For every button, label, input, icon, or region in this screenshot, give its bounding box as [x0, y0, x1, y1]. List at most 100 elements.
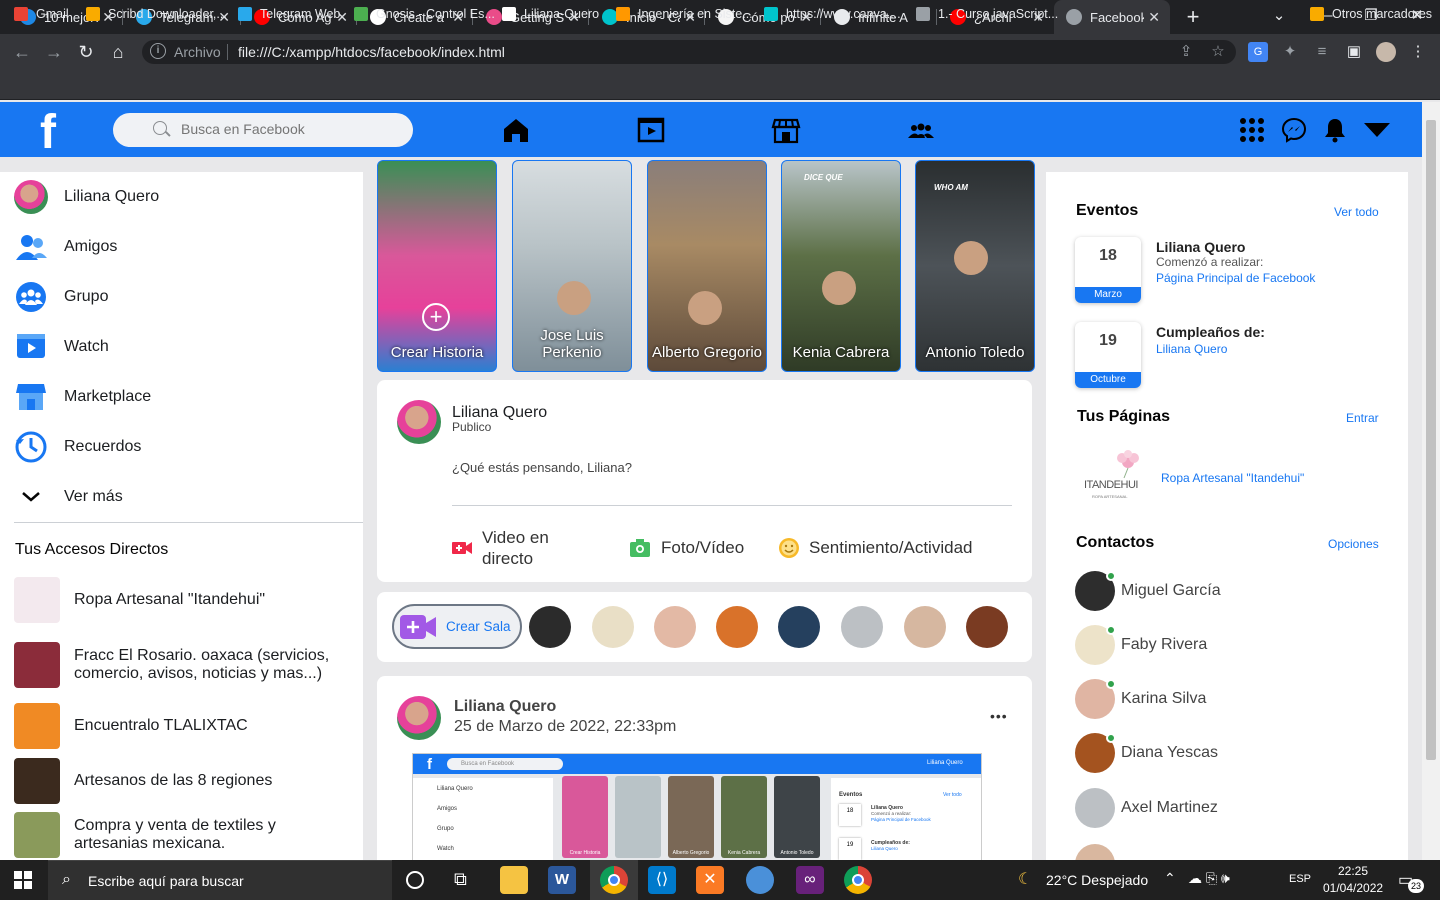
room-avatar[interactable]	[966, 606, 1008, 648]
shortcut-item[interactable]: Ropa Artesanal "Itandehui"	[0, 577, 360, 623]
shortcut-item[interactable]: Artesanos de las 8 regiones	[0, 758, 360, 804]
vscode-icon[interactable]: ⟨⟩	[648, 866, 676, 894]
menu-icon[interactable]: ⋮	[1408, 42, 1428, 62]
contact-item[interactable]: Axel Martinez	[1075, 786, 1405, 830]
taskbar-search[interactable]: ⌕ Escribe aquí para buscar	[48, 860, 392, 900]
notification-center[interactable]: ▭ 23	[1398, 870, 1424, 893]
contact-partial[interactable]	[1075, 844, 1115, 860]
forward-icon[interactable]: →	[42, 40, 66, 64]
bookmark-item[interactable]: Gnosis - Control Es...	[354, 7, 495, 21]
page-logo[interactable]: ITANDEHUI ROPA ARTESANAL	[1080, 450, 1142, 506]
app-icon[interactable]	[746, 866, 774, 894]
sidebar-item-ver-m-s[interactable]: Ver más	[0, 474, 360, 520]
create-room-button[interactable]: Crear Sala	[392, 604, 522, 649]
side-panel-icon[interactable]: ▣	[1344, 42, 1364, 62]
room-avatar[interactable]	[778, 606, 820, 648]
groups-nav-icon[interactable]	[906, 116, 936, 144]
clock-time[interactable]: 22:25	[1338, 864, 1368, 878]
scrollbar-thumb[interactable]	[1426, 120, 1436, 760]
room-avatar[interactable]	[716, 606, 758, 648]
bookmark-item[interactable]: Otros marcadores	[1310, 7, 1432, 21]
facebook-logo[interactable]: f	[40, 109, 68, 157]
story-card[interactable]: + Crear Historia	[377, 160, 497, 372]
language-indicator[interactable]: ESP	[1289, 873, 1311, 885]
contact-item[interactable]: Karina Silva	[1075, 677, 1405, 721]
task-view-icon[interactable]: ⧉	[454, 869, 467, 890]
bookmark-item[interactable]: https://www.canva....	[764, 7, 901, 21]
sidebar-item-liliana-quero[interactable]: Liliana Quero	[0, 174, 360, 220]
clock-date[interactable]: 01/04/2022	[1323, 881, 1383, 895]
live-video-button[interactable]: Video en directo	[452, 528, 612, 568]
chrome-icon[interactable]	[600, 866, 628, 894]
windows-start-icon[interactable]	[14, 871, 32, 889]
apps-menu-icon[interactable]	[1237, 116, 1267, 144]
marketplace-nav-icon[interactable]	[771, 116, 801, 144]
events-see-all-link[interactable]: Ver todo	[1334, 205, 1379, 219]
story-card[interactable]: WHO AM Antonio Toledo	[915, 160, 1035, 372]
bookmark-item[interactable]: Liliana-Quero	[502, 7, 599, 21]
bookmark-item[interactable]: Ingeniería en Siste...	[616, 7, 753, 21]
bookmark-item[interactable]: 1.- Curso javaScript...	[916, 7, 1058, 21]
room-avatar[interactable]	[592, 606, 634, 648]
shortcut-item[interactable]: Encuentralo TLALIXTAC	[0, 703, 360, 749]
bookmark-star-icon[interactable]: ☆	[1208, 42, 1228, 62]
contact-item[interactable]: Faby Rivera	[1075, 623, 1405, 667]
messenger-icon[interactable]	[1279, 116, 1309, 144]
home-icon[interactable]: ⌂	[106, 40, 130, 64]
weather-text[interactable]: 22°C Despejado	[1046, 872, 1148, 888]
post-author-name[interactable]: Liliana Quero	[454, 698, 556, 716]
sidebar-item-watch[interactable]: Watch	[0, 324, 360, 370]
word-icon[interactable]: W	[548, 866, 576, 894]
sidebar-item-amigos[interactable]: Amigos	[0, 224, 360, 270]
story-card[interactable]: Alberto Gregorio	[647, 160, 767, 372]
room-avatar[interactable]	[841, 606, 883, 648]
room-avatar[interactable]	[529, 606, 571, 648]
address-bar[interactable]: i Archivo file:///C:/xampp/htdocs/facebo…	[142, 40, 1236, 64]
extensions-icon[interactable]: ✦	[1280, 42, 1300, 62]
contact-item[interactable]: Diana Yescas	[1075, 731, 1405, 775]
watch-nav-icon[interactable]	[636, 116, 666, 144]
bookmark-item[interactable]: Gmail	[14, 7, 69, 21]
post-image[interactable]: f Busca en Facebook Liliana Quero Lilian…	[412, 753, 982, 863]
reload-icon[interactable]: ↻	[74, 40, 98, 64]
weather-moon-icon[interactable]: ☾	[1018, 869, 1032, 889]
shortcut-item[interactable]: Fracc El Rosario. oaxaca (servicios, com…	[0, 642, 360, 688]
add-story-icon[interactable]: +	[422, 303, 450, 331]
event-link[interactable]: Página Principal de Facebook	[1156, 271, 1315, 285]
composer-privacy[interactable]: Publico	[452, 420, 491, 434]
tray-chevron-icon[interactable]: ⌃	[1164, 870, 1176, 887]
notifications-bell-icon[interactable]	[1320, 116, 1350, 144]
tab-search-icon[interactable]: ⌄	[1256, 0, 1302, 34]
profile-avatar[interactable]	[1376, 42, 1396, 62]
cortana-icon[interactable]	[406, 871, 424, 889]
search-input[interactable]	[181, 121, 401, 137]
tab-close-icon[interactable]: ✕	[1148, 9, 1160, 26]
post-date[interactable]: 25 de Marzo de 2022, 22:33pm	[454, 718, 676, 736]
browser-tab[interactable]: Facebook ✕	[1054, 0, 1170, 34]
pages-enter-link[interactable]: Entrar	[1346, 411, 1379, 425]
new-tab-button[interactable]: +	[1180, 4, 1206, 30]
feeling-activity-button[interactable]: Sentimiento/Actividad	[778, 528, 1008, 568]
home-nav-icon[interactable]	[501, 116, 531, 144]
site-info-icon[interactable]: i	[150, 43, 166, 59]
photo-video-button[interactable]: Foto/Vídeo	[630, 528, 760, 568]
room-avatar[interactable]	[904, 606, 946, 648]
story-card[interactable]: Jose Luis Perkenio	[512, 160, 632, 372]
facebook-search[interactable]	[113, 113, 413, 147]
translate-icon[interactable]: G	[1248, 42, 1268, 62]
sidebar-item-grupo[interactable]: Grupo	[0, 274, 360, 320]
post-author-avatar[interactable]	[397, 696, 441, 740]
room-avatar[interactable]	[654, 606, 696, 648]
contact-item[interactable]: Miguel García	[1075, 569, 1405, 613]
post-options-icon[interactable]: •••	[990, 708, 1008, 724]
xampp-icon[interactable]: ✕	[696, 866, 724, 894]
file-explorer-icon[interactable]	[500, 866, 528, 894]
sidebar-item-recuerdos[interactable]: Recuerdos	[0, 424, 360, 470]
page-scrollbar[interactable]	[1422, 102, 1440, 860]
bookmark-item[interactable]: Telegram Web	[238, 7, 340, 21]
story-card[interactable]: DICE QUE Kenia Cabrera	[781, 160, 901, 372]
composer-input[interactable]: ¿Qué estás pensando, Liliana?	[452, 460, 1012, 475]
reading-list-icon[interactable]: ≡	[1312, 42, 1332, 62]
back-icon[interactable]: ←	[10, 40, 34, 64]
account-menu-chevron-icon[interactable]	[1362, 116, 1392, 144]
